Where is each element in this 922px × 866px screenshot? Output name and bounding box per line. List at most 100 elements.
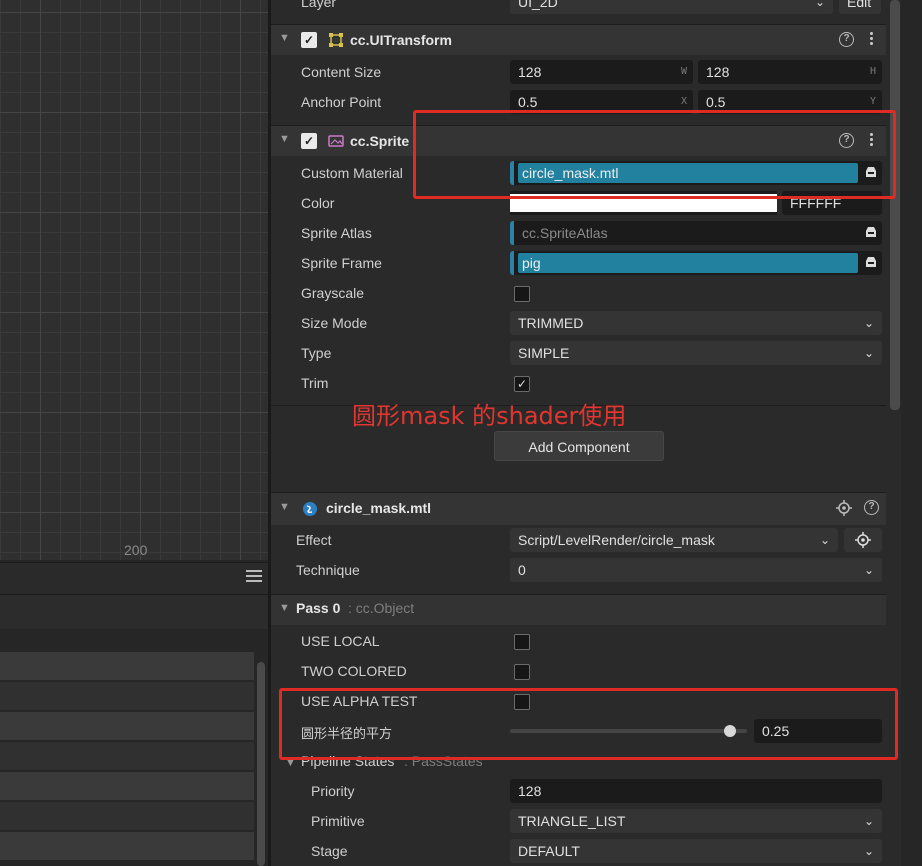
layer-select[interactable]: UI_2D ⌄ [510, 0, 833, 14]
annotation-text: 圆形mask 的shader使用 [352, 402, 627, 430]
technique-label: Technique [296, 562, 360, 578]
chevron-down-icon: ⌄ [863, 844, 874, 858]
list-item[interactable] [0, 652, 254, 680]
list-item[interactable] [0, 712, 254, 740]
chevron-down-icon: ⌄ [814, 0, 825, 9]
layer-edit-label: Edit [847, 0, 872, 10]
material-title: circle_mask.mtl [326, 500, 432, 516]
menu-icon[interactable] [246, 570, 262, 584]
help-icon[interactable]: ? [839, 32, 854, 47]
content-width-field[interactable]: 128 W [510, 60, 693, 84]
highlight-box [413, 110, 896, 199]
size-mode-select[interactable]: TRIMMED ⌄ [510, 311, 882, 335]
sprite-atlas-label: Sprite Atlas [301, 225, 372, 241]
right-edge [901, 0, 922, 866]
priority-label: Priority [311, 783, 355, 799]
sprite-atlas-value: cc.SpriteAtlas [522, 225, 608, 241]
material-icon [303, 502, 317, 516]
bottom-panel-toolbar [0, 594, 268, 629]
trim-label: Trim [301, 375, 329, 391]
stage-value: DEFAULT [518, 843, 580, 859]
primitive-label: Primitive [311, 813, 365, 829]
chevron-down-icon[interactable]: ▼ [279, 602, 290, 614]
effect-label: Effect [296, 532, 332, 548]
effect-locate-button[interactable] [844, 528, 882, 552]
grayscale-checkbox[interactable] [514, 286, 530, 302]
list-item[interactable] [0, 742, 254, 770]
chevron-down-icon: ⌄ [863, 316, 874, 330]
chevron-down-icon: ⌄ [863, 814, 874, 828]
two-colored-label: TWO COLORED [301, 663, 407, 679]
anchor-x-value: 0.5 [518, 94, 538, 110]
type-label: Type [301, 345, 332, 361]
anchor-point-label: Anchor Point [301, 94, 382, 110]
type-value: SIMPLE [518, 345, 570, 361]
chevron-down-icon: ⌄ [863, 346, 874, 360]
priority-field[interactable]: 128 [510, 779, 882, 803]
use-local-checkbox[interactable] [514, 634, 530, 650]
layer-edit-button[interactable]: Edit [839, 0, 881, 14]
stage-select[interactable]: DEFAULT ⌄ [510, 839, 882, 863]
sprite-frame-field[interactable]: pig [510, 251, 882, 275]
grayscale-label: Grayscale [301, 285, 365, 301]
size-mode-label: Size Mode [301, 315, 368, 331]
chevron-down-icon[interactable]: ▼ [279, 501, 290, 513]
content-height-field[interactable]: 128 H [698, 60, 882, 84]
primitive-value: TRIANGLE_LIST [518, 813, 626, 829]
two-colored-checkbox[interactable] [514, 664, 530, 680]
layer-label: Layer [301, 0, 337, 10]
scrollbar[interactable] [257, 662, 265, 866]
custom-material-label: Custom Material [301, 165, 403, 181]
scene-viewport[interactable] [0, 0, 268, 560]
sprite-title: cc.Sprite [350, 133, 410, 149]
highlight-box [279, 688, 898, 760]
locate-icon [855, 532, 871, 548]
list-item[interactable] [0, 682, 254, 710]
anchor-y-value: 0.5 [706, 94, 726, 110]
effect-select[interactable]: Script/LevelRender/circle_mask ⌄ [510, 528, 838, 552]
chevron-down-icon: ⌄ [863, 563, 874, 577]
content-width-value: 128 [518, 64, 542, 80]
sprite-enabled-checkbox[interactable]: ✓ [301, 133, 317, 149]
chevron-down-icon[interactable]: ▼ [279, 32, 290, 44]
height-suffix: H [869, 66, 876, 77]
uitransform-title: cc.UITransform [350, 32, 452, 48]
list-item[interactable] [0, 832, 254, 860]
sprite-icon [328, 135, 344, 147]
technique-select[interactable]: 0 ⌄ [510, 558, 882, 582]
size-mode-value: TRIMMED [518, 315, 584, 331]
more-icon[interactable] [870, 32, 874, 47]
technique-value: 0 [518, 562, 526, 578]
pass-title: Pass 0 [296, 600, 341, 616]
add-component-button[interactable]: Add Component [494, 431, 664, 461]
locate-icon[interactable] [836, 500, 852, 516]
layer-value: UI_2D [518, 0, 558, 10]
inspector-scrollbar[interactable] [890, 0, 900, 410]
sprite-frame-value: pig [518, 253, 858, 273]
stage-label: Stage [311, 843, 348, 859]
trim-checkbox[interactable]: ✓ [514, 376, 530, 392]
chevron-down-icon[interactable]: ▼ [279, 133, 290, 145]
sprite-atlas-field[interactable]: cc.SpriteAtlas [510, 221, 882, 245]
sprite-frame-label: Sprite Frame [301, 255, 382, 271]
content-height-value: 128 [706, 64, 730, 80]
primitive-select[interactable]: TRIANGLE_LIST ⌄ [510, 809, 882, 833]
bottom-panel-header [0, 562, 268, 595]
uitransform-enabled-checkbox[interactable]: ✓ [301, 32, 317, 48]
list-item[interactable] [0, 772, 254, 800]
list-item[interactable] [0, 802, 254, 830]
asset-picker-icon[interactable] [865, 226, 877, 238]
color-label: Color [301, 195, 335, 211]
effect-value: Script/LevelRender/circle_mask [518, 532, 715, 548]
transform-icon [329, 33, 343, 47]
grid-axis-label: 200 [124, 542, 148, 558]
width-suffix: W [680, 66, 687, 77]
content-size-label: Content Size [301, 64, 382, 80]
pass-type: : cc.Object [348, 600, 415, 616]
chevron-down-icon: ⌄ [819, 533, 830, 547]
type-select[interactable]: SIMPLE ⌄ [510, 341, 882, 365]
priority-value: 128 [518, 783, 542, 799]
asset-picker-icon[interactable] [865, 256, 877, 268]
use-local-label: USE LOCAL [301, 633, 380, 649]
help-icon[interactable]: ? [864, 500, 879, 515]
